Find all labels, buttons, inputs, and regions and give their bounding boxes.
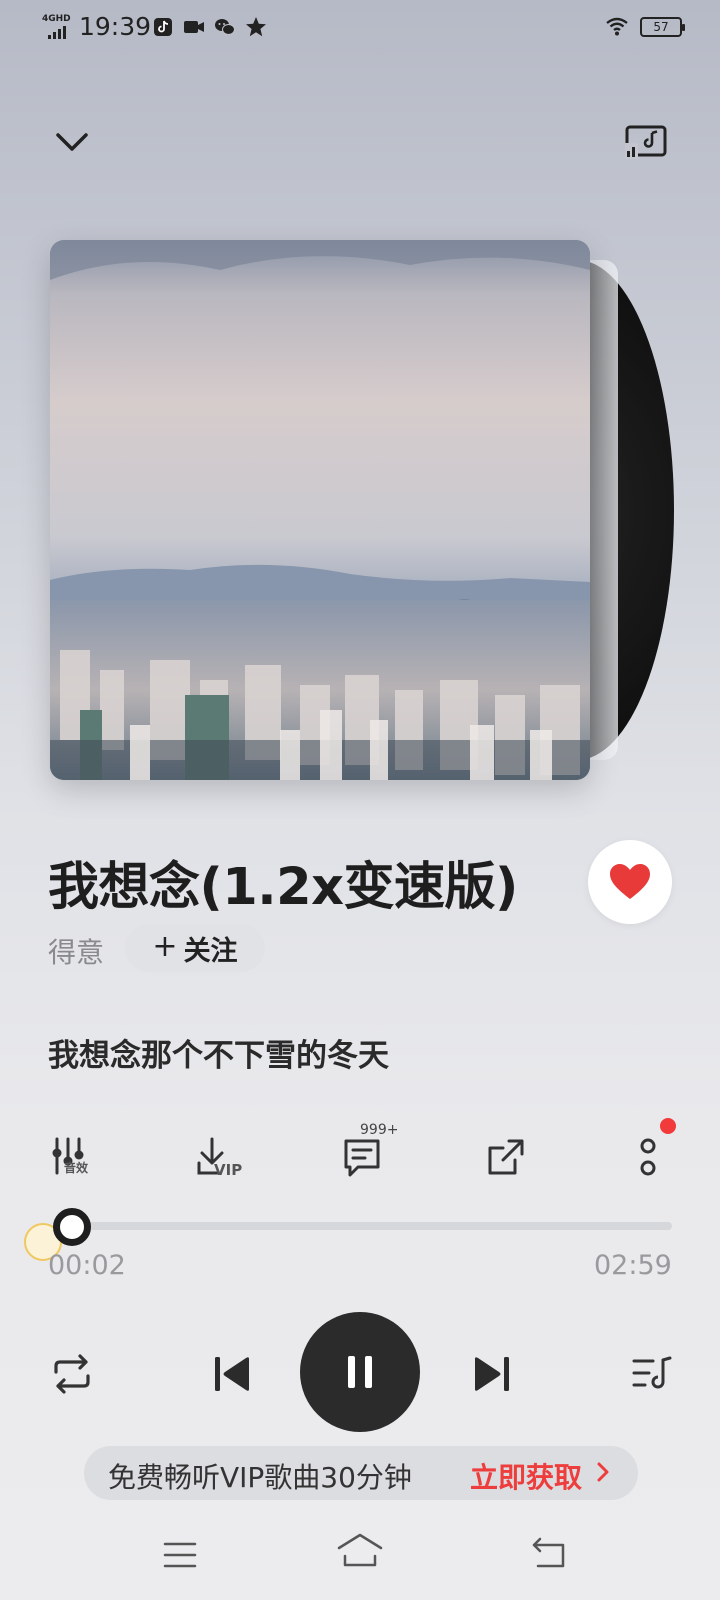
- notification-dot: [660, 1118, 676, 1134]
- comment-icon: [344, 1139, 380, 1177]
- home-icon: [337, 1533, 383, 1567]
- collapse-button[interactable]: [50, 120, 94, 164]
- artist-name[interactable]: 得意: [48, 931, 104, 971]
- song-title: 我想念(1.2x变速版): [48, 858, 518, 917]
- effect-label: 音效: [64, 1161, 89, 1175]
- total-time: 02:59: [594, 1250, 672, 1281]
- playlist-button[interactable]: [626, 1348, 678, 1400]
- chevron-right-icon: [597, 1462, 609, 1482]
- vip-promo-cta[interactable]: 立即获取: [470, 1456, 582, 1496]
- status-bar: 4GHD 19:39 57: [0, 0, 720, 60]
- share-icon: [488, 1139, 524, 1175]
- menu-icon: [163, 1542, 197, 1568]
- download-vip-label: VIP: [214, 1161, 243, 1179]
- download-button[interactable]: VIP: [186, 1127, 246, 1187]
- status-time: 19:39: [79, 12, 152, 41]
- recent-apps-button[interactable]: [162, 1540, 202, 1576]
- sound-effect-button[interactable]: 音效: [44, 1127, 104, 1187]
- network-type: 4GHD: [42, 14, 71, 24]
- repeat-icon: [54, 1354, 90, 1394]
- next-button[interactable]: [466, 1348, 518, 1400]
- wechat-icon: [214, 16, 236, 38]
- share-button[interactable]: [476, 1127, 536, 1187]
- vip-promo-banner[interactable]: 免费畅听VIP歌曲30分钟 立即获取: [84, 1446, 638, 1500]
- back-icon: [532, 1537, 565, 1568]
- battery-indicator: 57: [640, 17, 685, 37]
- chevron-down-icon: [56, 133, 88, 151]
- previous-icon: [215, 1357, 249, 1391]
- star-icon: [245, 16, 267, 38]
- tiktok-icon: [152, 16, 174, 38]
- comment-count-badge: 999+: [360, 1122, 399, 1138]
- heart-icon: [610, 864, 650, 899]
- more-options-button[interactable]: [618, 1127, 678, 1187]
- home-button[interactable]: [336, 1532, 384, 1574]
- pause-button[interactable]: [300, 1312, 420, 1432]
- more-dots-icon: [640, 1138, 656, 1176]
- playlist-icon: [632, 1356, 672, 1389]
- follow-label: 关注: [183, 935, 238, 967]
- vip-promo-text: 免费畅听VIP歌曲30分钟: [108, 1461, 412, 1494]
- album-cover[interactable]: [50, 240, 590, 780]
- notification-icons: [152, 16, 267, 38]
- pause-icon: [348, 1356, 372, 1388]
- progress-thumb[interactable]: [53, 1208, 91, 1246]
- plus-icon: +: [152, 929, 178, 964]
- signal-icon: 4GHD: [42, 14, 72, 40]
- previous-button[interactable]: [206, 1348, 258, 1400]
- music-cast-button[interactable]: [622, 120, 670, 164]
- like-button[interactable]: [588, 840, 672, 924]
- repeat-mode-button[interactable]: [46, 1348, 98, 1400]
- current-lyric[interactable]: 我想念那个不下雪的冬天: [48, 1030, 389, 1075]
- cast-music-icon: [625, 125, 667, 159]
- follow-button[interactable]: + 关注: [125, 924, 265, 972]
- video-icon: [183, 16, 205, 38]
- back-button[interactable]: [530, 1536, 570, 1572]
- next-icon: [475, 1357, 509, 1391]
- current-time: 00:02: [48, 1250, 126, 1281]
- progress-bar[interactable]: [54, 1222, 672, 1230]
- wifi-icon: [605, 16, 629, 38]
